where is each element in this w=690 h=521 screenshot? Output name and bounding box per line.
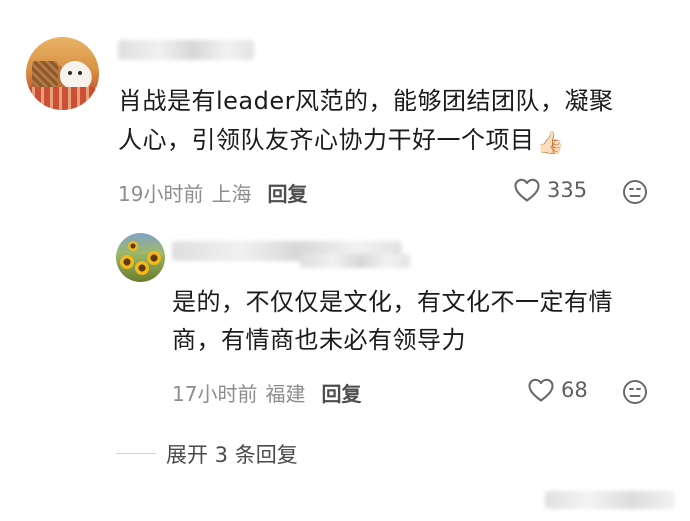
avatar-dog-graphic: [60, 61, 90, 89]
comment-reply-button[interactable]: 回复: [267, 178, 307, 207]
avatar-basket-graphic: [32, 61, 58, 87]
heart-outline-icon: [528, 378, 554, 402]
heart-outline-icon: [514, 178, 540, 202]
reply-like-count: 68: [561, 378, 588, 402]
reply-location: 福建: [265, 382, 306, 406]
comment-time: 19小时前: [118, 182, 204, 206]
avatar-sunflower-graphic: [120, 255, 134, 269]
frown-face-icon[interactable]: [622, 179, 648, 205]
comment-like-button[interactable]: 335: [513, 177, 587, 203]
watermark-blurred: [545, 491, 675, 509]
reply-target-name-blurred: [300, 254, 410, 268]
expand-divider: [116, 453, 156, 454]
comment-author-name-blurred[interactable]: [118, 40, 254, 60]
frown-face-icon[interactable]: [622, 379, 648, 405]
comment-text-line-2: 人心，引领队友齐心协力干好一个项目👍🏻: [118, 121, 658, 160]
reply-time: 17小时前: [172, 382, 258, 406]
avatar-cloth-graphic: [26, 87, 99, 110]
avatar-sunflower-graphic: [128, 241, 138, 251]
comment-location: 上海: [211, 182, 252, 206]
comment-author-avatar[interactable]: [26, 37, 99, 110]
reply-text-line-1: 是的，不仅仅是文化，有文化不一定有情: [172, 288, 613, 316]
reply-meta: 17小时前 福建 回复: [172, 378, 361, 407]
comment-meta: 19小时前 上海 回复: [118, 178, 307, 207]
reply-author-avatar[interactable]: [116, 233, 165, 282]
comment-text-line-2-text: 人心，引领队友齐心协力干好一个项目: [118, 126, 535, 154]
expand-replies-button[interactable]: 展开 3 条回复: [166, 439, 298, 469]
thumbs-up-emoji-icon: 👍🏻: [536, 131, 565, 156]
comment-text: 肖战是有leader风范的，能够团结团队，凝聚 人心，引领队友齐心协力干好一个项…: [118, 82, 658, 160]
reply-reply-button[interactable]: 回复: [321, 378, 361, 407]
reply-text: 是的，不仅仅是文化，有文化不一定有情 商，有情商也未必有领导力: [172, 283, 667, 359]
comment-text-line-1: 肖战是有leader风范的，能够团结团队，凝聚: [118, 87, 614, 115]
avatar-sunflower-graphic: [135, 261, 149, 275]
comment-like-count: 335: [547, 178, 588, 202]
reply-text-line-2: 商，有情商也未必有领导力: [172, 326, 466, 354]
avatar-sunflower-graphic: [147, 251, 161, 265]
reply-like-button[interactable]: 68: [527, 377, 588, 403]
